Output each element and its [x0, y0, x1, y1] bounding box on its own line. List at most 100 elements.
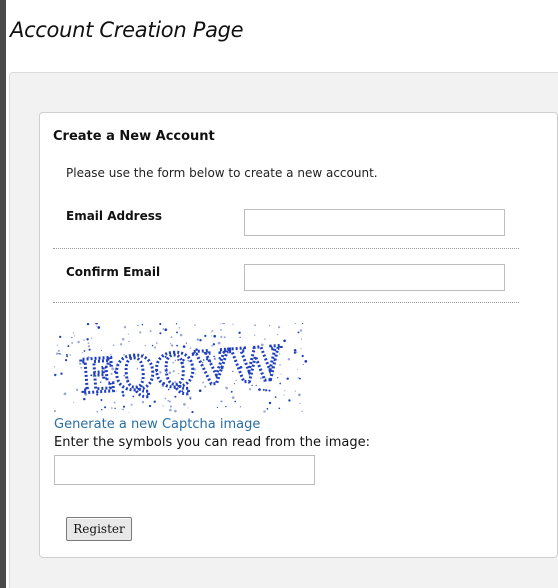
captcha-noise-dot: [213, 334, 217, 338]
captcha-noise-dot: [69, 354, 72, 356]
captcha-noise-dot: [56, 344, 59, 346]
captcha-noise-dot: [204, 334, 207, 338]
captcha-noise-dot: [73, 401, 75, 403]
captcha-noise-dot: [302, 323, 304, 325]
captcha-noise-dot: [288, 399, 291, 402]
captcha-noise-dot: [119, 343, 123, 346]
page-title: Account Creation Page: [10, 18, 244, 42]
captcha-noise-dot: [54, 373, 57, 377]
captcha-noise-dot: [284, 390, 286, 392]
captcha-noise-dot: [178, 326, 181, 329]
captcha-noise-dot: [239, 406, 241, 408]
captcha-noise-dot: [141, 323, 144, 326]
captcha-noise-dot: [159, 323, 162, 326]
email-label: Email Address: [66, 209, 163, 223]
captcha-noise-dot: [90, 337, 93, 339]
new-captcha-link[interactable]: Generate a new Captcha image: [54, 417, 260, 432]
captcha-noise-dot: [66, 353, 68, 356]
captcha-noise-dot: [286, 377, 289, 380]
captcha-noise-dot: [277, 334, 279, 336]
captcha-noise-dot: [222, 323, 224, 325]
captcha-noise-dot: [59, 335, 62, 339]
captcha-noise-dot: [268, 401, 272, 405]
captcha-noise-dot: [75, 388, 79, 391]
captcha-noise-dot: [96, 325, 98, 327]
captcha-image: EQQVW: [54, 323, 308, 413]
page: Account Creation Page Create a New Accou…: [6, 0, 558, 588]
captcha-noise-dot: [220, 335, 223, 339]
captcha-noise-dot: [148, 404, 152, 408]
divider: [53, 248, 519, 249]
captcha-noise-dot: [298, 377, 301, 380]
captcha-noise-dot: [231, 396, 235, 399]
captcha-noise-dot: [300, 338, 303, 340]
captcha-noise-dot: [113, 401, 116, 404]
captcha-noise-dot: [294, 323, 297, 324]
register-button[interactable]: Register: [66, 517, 132, 541]
captcha-noise-dot: [223, 336, 226, 339]
captcha-noise-dot: [67, 345, 70, 348]
captcha-noise-dot: [87, 342, 90, 345]
captcha-noise-dot: [210, 331, 212, 333]
captcha-noise-dot: [234, 400, 237, 403]
captcha-noise-dot: [169, 408, 172, 412]
captcha-noise-dot: [266, 408, 269, 410]
confirm-email-field[interactable]: [244, 264, 505, 291]
captcha-noise-dot: [110, 407, 113, 409]
captcha-noise-dot: [170, 336, 173, 339]
captcha-noise-dot: [225, 405, 227, 408]
captcha-noise-dot: [162, 405, 164, 407]
captcha-noise-dot: [238, 331, 241, 334]
captcha-noise-dot: [167, 399, 170, 402]
captcha-text: EQQVW: [78, 336, 285, 404]
captcha-noise-dot: [164, 328, 168, 332]
captcha-noise-dot: [137, 324, 139, 327]
captcha-noise-dot: [66, 355, 69, 358]
captcha-noise-dot: [304, 360, 308, 363]
captcha-noise-dot: [216, 406, 218, 409]
captcha-noise-dot: [122, 405, 126, 408]
captcha-noise-dot: [77, 340, 80, 344]
captcha-noise-dot: [64, 358, 68, 362]
captcha-noise-dot: [63, 392, 67, 396]
captcha-noise-dot: [97, 326, 101, 329]
captcha-noise-dot: [83, 339, 85, 341]
captcha-noise-dot: [254, 324, 257, 327]
captcha-noise-dot: [301, 410, 303, 413]
captcha-noise-dot: [59, 352, 62, 356]
captcha-noise-dot: [121, 408, 123, 410]
captcha-noise-dot: [72, 332, 75, 334]
captcha-noise-dot: [220, 401, 222, 403]
captcha-noise-dot: [54, 410, 56, 413]
captcha-noise-dot: [159, 332, 162, 335]
captcha-input[interactable]: [54, 455, 315, 485]
captcha-noise-dot: [60, 372, 63, 375]
captcha-noise-dot: [301, 354, 304, 358]
captcha-noise-dot: [297, 368, 299, 370]
captcha-noise-dot: [121, 337, 125, 341]
captcha-noise-dot: [254, 334, 256, 336]
captcha-noise-dot: [104, 406, 107, 409]
email-field[interactable]: [244, 209, 505, 236]
captcha-noise-dot: [141, 401, 145, 404]
captcha-noise-dot: [293, 351, 297, 354]
captcha-instruction: Enter the symbols you can read from the …: [54, 435, 370, 450]
captcha-noise-dot: [219, 323, 221, 325]
captcha-noise-dot: [71, 342, 73, 344]
captcha-noise-dot: [269, 325, 271, 327]
captcha-noise-dot: [263, 410, 266, 413]
captcha-noise-dot: [300, 348, 302, 350]
captcha-noise-dot: [123, 326, 127, 329]
captcha-noise-dot: [96, 410, 99, 413]
captcha-noise-dot: [293, 349, 297, 352]
captcha-noise-dot: [130, 403, 133, 406]
captcha-noise-dot: [196, 338, 200, 341]
confirm-email-label: Confirm Email: [66, 265, 161, 279]
captcha-noise-dot: [232, 323, 234, 325]
divider: [53, 302, 519, 303]
captcha-noise-dot: [187, 407, 189, 409]
captcha-noise-dot: [71, 336, 73, 339]
captcha-noise-dot: [176, 331, 178, 334]
captcha-noise-dot: [112, 344, 115, 347]
captcha-noise-dot: [297, 377, 300, 379]
